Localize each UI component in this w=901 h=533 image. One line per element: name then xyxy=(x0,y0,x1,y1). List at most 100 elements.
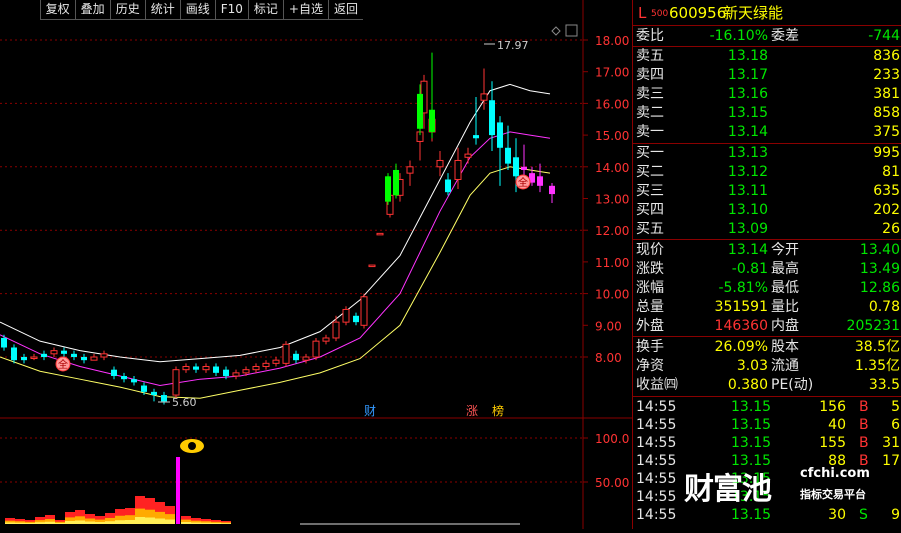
price-tick-label: 10.00 xyxy=(595,288,629,302)
quote-panel: L 500 600956 新天绿能 委比 -16.10% 委差 -744 卖五 1… xyxy=(632,0,901,529)
stat-value: 38.5亿 xyxy=(854,339,900,355)
ask-row: 卖一 13.14 375 xyxy=(633,123,901,142)
ask-price: 13.16 xyxy=(727,86,768,102)
ask-volume: 233 xyxy=(873,67,900,83)
divider xyxy=(633,396,901,397)
candle xyxy=(293,350,299,364)
weicha-label: 委差 xyxy=(771,28,799,44)
watermark-slogan: 指标交易平台 xyxy=(800,488,866,501)
stat-row: 涨跌 -0.81 最高 13.49 xyxy=(633,260,901,279)
stat-value: 205231 xyxy=(846,318,900,334)
kline-chart-area[interactable]: 18.00 17.00 16.00 15.00 14.00 13.00 12.00 11.00… xyxy=(0,0,632,529)
stat-label: 现价 xyxy=(636,242,664,258)
stock-name: 新天绿能 xyxy=(723,4,784,22)
ask-price: 13.15 xyxy=(727,105,768,121)
trade-time: 14:55 xyxy=(636,417,677,433)
stock-header: L 500 600956 新天绿能 xyxy=(633,2,901,24)
mark-button[interactable]: 标记 xyxy=(247,0,283,20)
bid-row: 买三 13.11 635 xyxy=(633,182,901,201)
volume-bar xyxy=(221,521,231,524)
eye-icon xyxy=(180,439,204,453)
quan-marker: 全 xyxy=(55,356,71,372)
low-price-label: 5.60 xyxy=(172,396,197,409)
bid-volume: 81 xyxy=(882,164,900,180)
candle xyxy=(353,312,359,326)
stat-label: 股本 xyxy=(771,339,799,355)
trade-price: 13.15 xyxy=(731,399,772,415)
candle xyxy=(393,163,399,199)
volume-bar xyxy=(15,519,25,524)
candle xyxy=(332,315,340,342)
bid-row: 买二 13.12 81 xyxy=(633,163,901,182)
ask-price: 13.18 xyxy=(727,48,768,64)
weicha-value: -744 xyxy=(868,28,900,44)
ask-price: 13.17 xyxy=(727,67,768,83)
kline-chart[interactable]: 18.00 17.00 16.00 15.00 14.00 13.00 12.00 11.00… xyxy=(0,0,632,529)
stat-label: 换手 xyxy=(636,339,664,355)
svg-text:全: 全 xyxy=(58,358,68,371)
ask-volume: 381 xyxy=(873,86,900,102)
candle xyxy=(30,353,38,361)
overlay-button[interactable]: 叠加 xyxy=(74,0,110,20)
candle xyxy=(131,376,137,386)
history-button[interactable]: 历史 xyxy=(109,0,145,20)
bid-price: 13.11 xyxy=(727,183,768,199)
moving-average-lines xyxy=(0,83,551,399)
candle xyxy=(368,264,376,268)
trade-time: 14:55 xyxy=(636,471,677,487)
volume-spike-bar xyxy=(176,457,180,524)
event-marker: 榜 xyxy=(492,403,504,418)
candle xyxy=(121,372,127,383)
bid-price: 13.13 xyxy=(727,145,768,161)
stat-value: 33.5 xyxy=(868,377,900,393)
stat-value: 146360 xyxy=(714,318,768,334)
high-price-label: 17.97 xyxy=(497,39,529,52)
candle xyxy=(436,150,444,177)
trade-price: 13.15 xyxy=(731,417,772,433)
trade-row: 14:55 13.15 40 B 6 xyxy=(633,416,901,435)
ask-label: 卖一 xyxy=(636,124,664,140)
bid-volume: 202 xyxy=(873,202,900,218)
candle xyxy=(252,363,260,373)
candle xyxy=(81,353,87,364)
watermark-domain: cfchi.com xyxy=(800,466,870,481)
bid-volume: 995 xyxy=(873,145,900,161)
stat-row: 总量 351591 量比 0.78 xyxy=(633,298,901,317)
candle xyxy=(71,350,77,361)
trade-count: 31 xyxy=(882,435,900,451)
trade-time: 14:55 xyxy=(636,435,677,451)
candle xyxy=(213,363,219,377)
fuquan-button[interactable]: 复权 xyxy=(39,0,75,20)
candle xyxy=(406,160,414,186)
stat-value: 351591 xyxy=(714,299,768,315)
bid-label: 买四 xyxy=(636,202,664,218)
ask-label: 卖四 xyxy=(636,67,664,83)
back-button[interactable]: 返回 xyxy=(327,0,363,20)
ask-volume: 858 xyxy=(873,105,900,121)
bid-price: 13.12 xyxy=(727,164,768,180)
event-marker: 涨 xyxy=(466,403,478,418)
stat-value: 13.14 xyxy=(727,242,768,258)
candle xyxy=(521,144,527,180)
weibi-value: -16.10% xyxy=(709,28,768,44)
trade-volume: 156 xyxy=(819,399,846,415)
stat-label: 涨跌 xyxy=(636,261,664,277)
volume-bar xyxy=(85,514,95,524)
bid-label: 买一 xyxy=(636,145,664,161)
candle xyxy=(172,366,180,399)
stat-label: 总量 xyxy=(636,299,664,315)
price-tick-label: 9.00 xyxy=(595,319,622,333)
trade-side: B xyxy=(859,399,869,415)
candle xyxy=(232,369,240,380)
draw-line-button[interactable]: 画线 xyxy=(179,0,215,20)
price-tick-label: 11.00 xyxy=(595,256,629,270)
statistics-button[interactable]: 统计 xyxy=(144,0,180,20)
add-watchlist-button[interactable]: +自选 xyxy=(282,0,328,20)
stat-row: 换手 26.09% 股本 38.5亿 xyxy=(633,338,901,357)
price-tick-label: 17.00 xyxy=(595,66,629,80)
f10-button[interactable]: F10 xyxy=(214,0,248,20)
volume-bar xyxy=(181,516,191,524)
price-tick-label: 15.00 xyxy=(595,129,629,143)
stat-row: 收益㈣ 0.380 PE(动) 33.5 xyxy=(633,376,901,395)
trade-price: 13.15 xyxy=(731,435,772,451)
